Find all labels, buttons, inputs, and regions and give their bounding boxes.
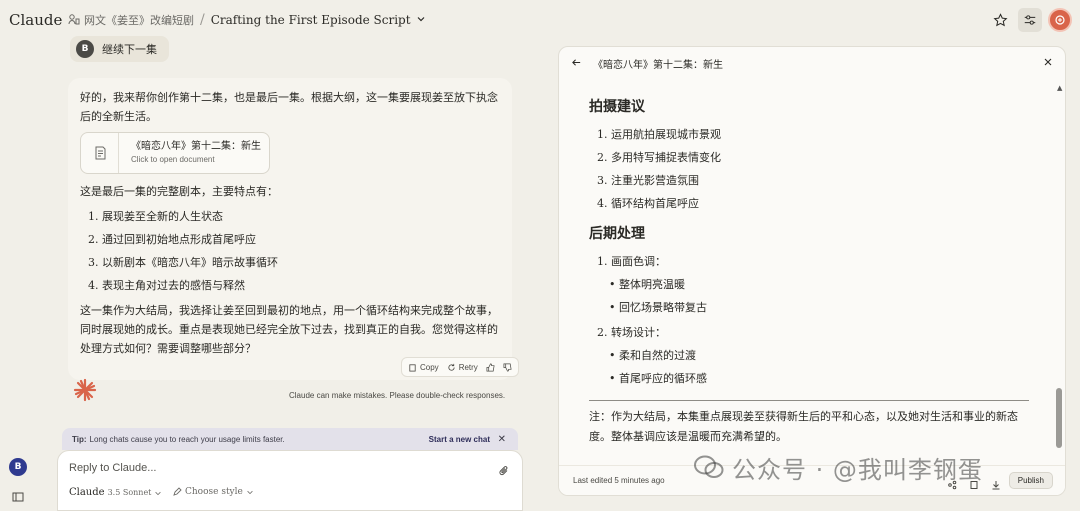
color-tone-list: 整体明亮温暖 回忆场景略带复古 (589, 273, 1029, 319)
list-item: 3. 注重光影营造氛围 (597, 174, 699, 187)
list-item: 回忆场景略带复古 (609, 296, 1029, 319)
message-actions: Copy Retry (401, 357, 519, 377)
pen-icon (173, 487, 182, 496)
chevron-down-icon (155, 491, 162, 495)
reply-input[interactable]: Reply to Claude... (69, 462, 156, 474)
message-intro: 好的，我来帮你创作第十二集，也是最后一集。根据大纲，这一集要展现姜至放下执念后的… (80, 91, 498, 123)
claude-spark-icon (73, 378, 97, 402)
list-item: 1. 画面色调： (597, 255, 666, 268)
retry-label: Retry (458, 362, 478, 372)
settings-sliders-icon[interactable] (1018, 8, 1042, 32)
conversation-title[interactable]: Crafting the First Episode Script (211, 13, 411, 27)
section-heading: 拍摄建议 (589, 99, 645, 115)
transition-list: 柔和自然的过渡 首尾呼应的循环感 (589, 344, 1029, 390)
divider (589, 400, 1029, 401)
list-item: 2. 多用特写捕捉表情变化 (597, 151, 721, 164)
tip-label: Tip: (72, 434, 87, 444)
list-item: 2. 通过回到初始地点形成首尾呼应 (88, 233, 256, 246)
tip-banner: Tip: Long chats cause you to reach your … (62, 428, 518, 450)
list-item: 2. 转场设计： (597, 326, 666, 339)
features-list: 1. 展现姜至全新的人生状态 2. 通过回到初始地点形成首尾呼应 3. 以新剧本… (80, 205, 500, 297)
disclaimer-text: Claude can make mistakes. Please double-… (289, 391, 506, 400)
document-subtitle: Click to open document (131, 155, 215, 164)
artifact-title: 《暗恋八年》第十二集：新生 (593, 60, 723, 71)
copy-icon (409, 363, 416, 372)
attach-icon[interactable] (498, 462, 510, 481)
list-item: 1. 运用航拍展现城市景观 (597, 128, 721, 141)
user-avatar-top[interactable] (1048, 8, 1072, 32)
section-heading: 后期处理 (589, 226, 645, 242)
model-selector[interactable]: Claude 3.5 Sonnet (69, 487, 162, 498)
scrollbar-thumb[interactable] (1056, 388, 1062, 448)
wechat-logo-icon (694, 455, 724, 478)
post-production-list: 1. 画面色调： (589, 250, 1029, 273)
user-avatar: B (76, 40, 94, 58)
list-item: 1. 展现姜至全新的人生状态 (88, 210, 223, 223)
reply-composer[interactable]: Reply to Claude... Claude 3.5 Sonnet Cho… (57, 450, 523, 511)
top-bar: Claude 网文《姜至》改编短剧 / Crafting the First E… (0, 0, 1080, 40)
retry-button[interactable]: Retry (447, 363, 478, 372)
chevron-down-icon[interactable] (415, 13, 427, 28)
copy-label: Copy (420, 362, 439, 372)
back-arrow-icon[interactable] (571, 57, 582, 71)
model-version: 3.5 Sonnet (107, 488, 152, 497)
sidebar-toggle-icon[interactable] (12, 488, 24, 507)
thumbs-down-icon[interactable] (503, 363, 512, 372)
publish-button[interactable]: Publish (1008, 472, 1053, 489)
retry-icon (448, 363, 455, 371)
tip-text: Long chats cause you to reach your usage… (89, 434, 285, 444)
sidebar-user-avatar[interactable]: B (9, 458, 27, 476)
brand-logo[interactable]: Claude (9, 11, 62, 29)
list-item: 整体明亮温暖 (609, 273, 1029, 296)
copy-button[interactable]: Copy (408, 363, 439, 372)
scroll-up-icon[interactable]: ▲ (1057, 84, 1062, 92)
chevron-down-icon (247, 490, 253, 495)
user-message-text: 继续下一集 (102, 43, 157, 56)
model-name: Claude (69, 487, 105, 498)
breadcrumb-separator: / (200, 12, 205, 28)
last-edited-text: Last edited 5 minutes ago (573, 476, 665, 485)
close-icon[interactable] (1043, 57, 1053, 70)
assistant-message: 好的，我来帮你创作第十二集，也是最后一集。根据大纲，这一集要展现姜至放下执念后的… (68, 78, 512, 380)
user-message: B 继续下一集 (70, 36, 169, 62)
artifact-content: 拍摄建议 1. 运用航拍展现城市景观 2. 多用特写捕捉表情变化 3. 注重光影… (589, 97, 1029, 447)
thumbs-up-icon[interactable] (486, 363, 495, 372)
shooting-tips-list: 1. 运用航拍展现城市景观 2. 多用特写捕捉表情变化 3. 注重光影营造氛围 … (589, 123, 1029, 215)
artifact-note: 注：作为大结局，本集重点展现姜至获得新生后的平和心态，以及她对生活和事业的新态度… (589, 410, 1018, 443)
list-item: 4. 表现主角对过去的感悟与释然 (88, 279, 245, 292)
project-icon (68, 13, 80, 28)
project-link[interactable]: 网文《姜至》改编短剧 (84, 12, 194, 28)
artifact-header: 《暗恋八年》第十二集：新生 (559, 47, 1065, 79)
close-icon[interactable]: ✕ (498, 434, 506, 445)
message-closing: 这一集作为大结局，我选择让姜至回到最初的地点，用一个循环结构来完成整个故事，同时… (80, 304, 498, 355)
download-icon[interactable] (991, 475, 1001, 494)
list-item: 4. 循环结构首尾呼应 (597, 197, 699, 210)
features-intro: 这是最后一集的完整剧本，主要特点有： (80, 185, 278, 198)
style-selector[interactable]: Choose style (172, 487, 254, 497)
breadcrumb: 网文《姜至》改编短剧 / Crafting the First Episode … (68, 12, 427, 28)
artifact-panel: 《暗恋八年》第十二集：新生 拍摄建议 1. 运用航拍展现城市景观 2. 多用特写… (558, 46, 1066, 496)
list-item: 柔和自然的过渡 (609, 344, 1029, 367)
post-production-list: 2. 转场设计： (589, 321, 1029, 344)
document-icon (81, 133, 119, 173)
start-new-chat-link[interactable]: Start a new chat (429, 435, 490, 444)
document-title: 《暗恋八年》第十二集：新生 (131, 141, 261, 152)
watermark: 公众号 · @我叫李钢蛋 (694, 450, 983, 484)
list-item: 3. 以新剧本《暗恋八年》暗示故事循环 (88, 256, 278, 269)
style-label: Choose style (185, 487, 243, 497)
star-icon[interactable] (988, 8, 1012, 32)
document-card[interactable]: 《暗恋八年》第十二集：新生 Click to open document (80, 132, 270, 174)
list-item: 首尾呼应的循环感 (609, 367, 1029, 390)
watermark-text: 公众号 · @我叫李钢蛋 (732, 455, 983, 484)
